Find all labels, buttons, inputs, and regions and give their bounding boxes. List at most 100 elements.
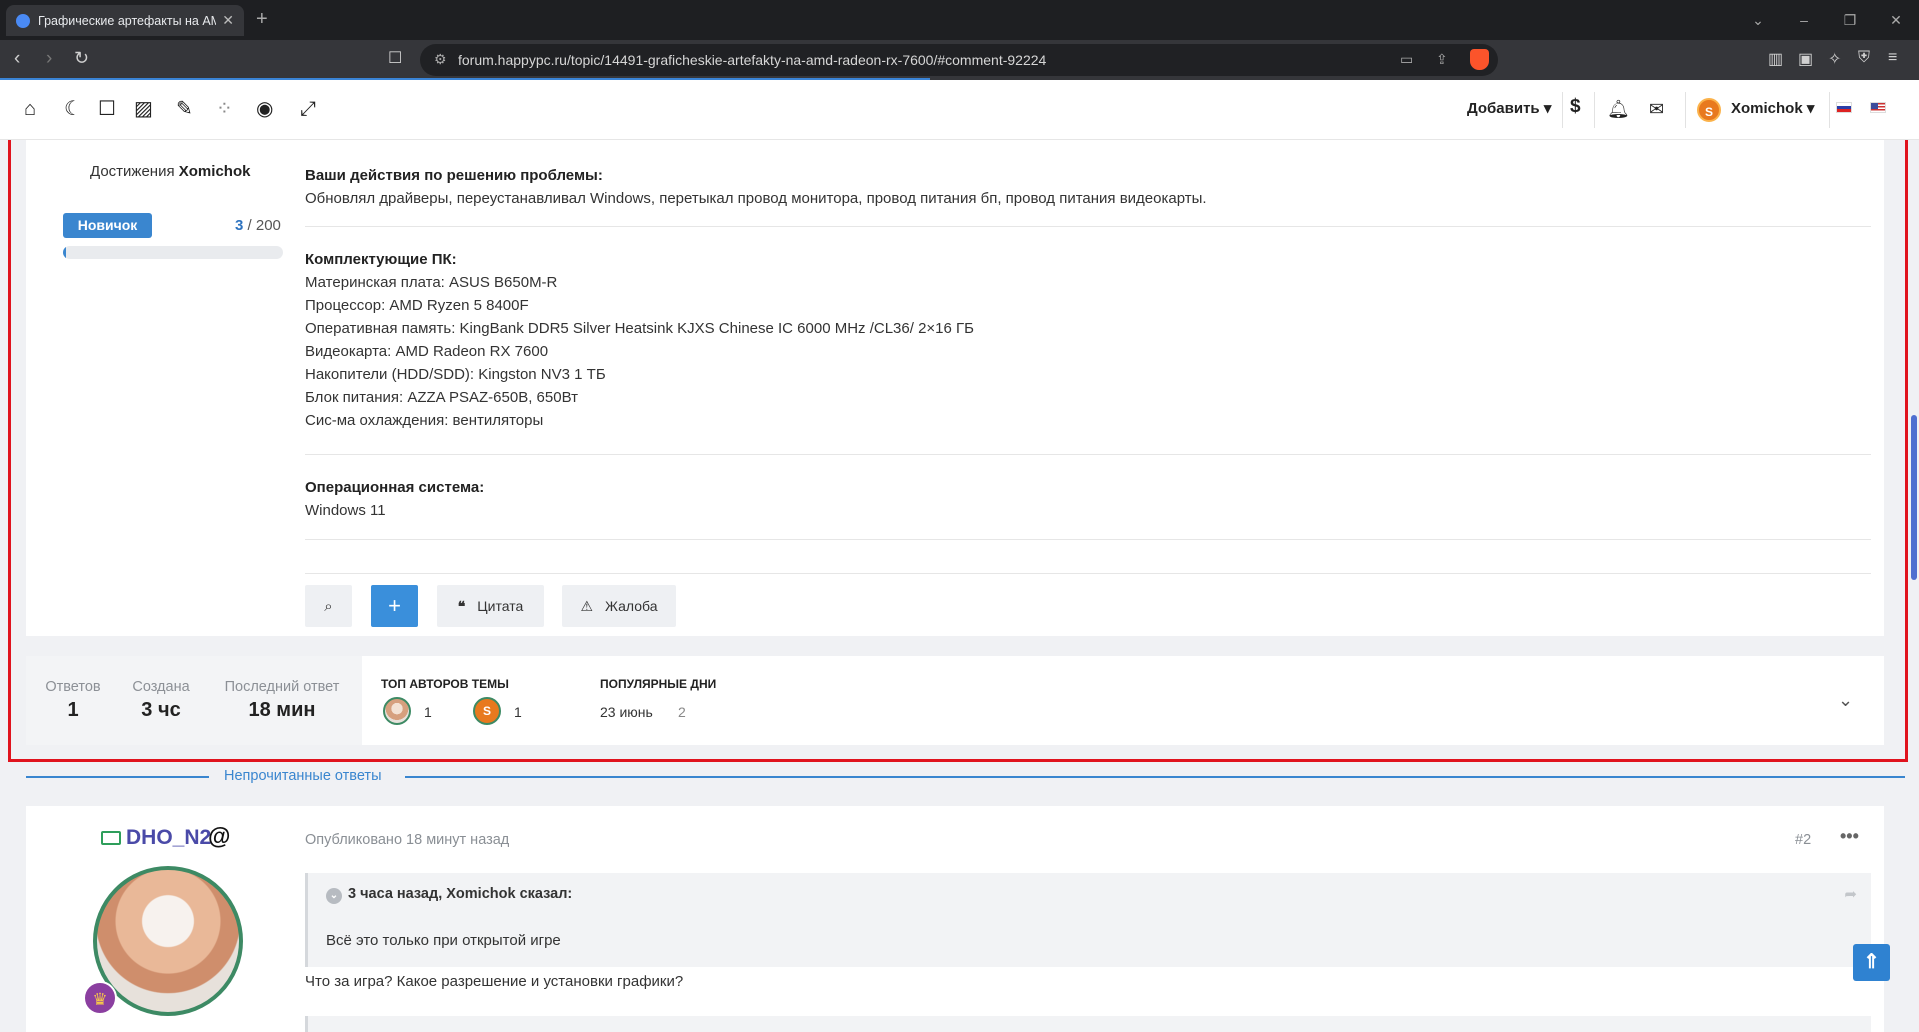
sidebar-icon[interactable]: ▥ (1768, 49, 1783, 69)
share-icon[interactable]: ⇪ (1436, 51, 1448, 68)
unread-divider-right (405, 776, 1905, 778)
more-options-icon[interactable]: ••• (1840, 826, 1859, 847)
last-reply-value: 18 мин (248, 699, 316, 721)
us-flag-icon[interactable] (1870, 102, 1886, 113)
site-header: ⌂ ☾ ☐ ▨ ✎ ⁘ ◉ ⤢ Добавить ▾ $ 🔔︎ ✉ S Xomi… (0, 80, 1919, 140)
top-author-avatar[interactable] (383, 697, 411, 725)
actions-section: Ваши действия по решению проблемы: Обнов… (305, 167, 1871, 207)
header-divider (1685, 92, 1686, 128)
rank-badge[interactable]: Новичок (63, 213, 152, 238)
report-label: Жалоба (605, 598, 658, 614)
dark-mode-icon[interactable]: ☾ (64, 98, 82, 120)
unread-replies-label: Непрочитанные ответы (224, 768, 382, 784)
quote-link-icon[interactable]: ➦ (1844, 885, 1857, 903)
scroll-to-top-button[interactable]: ⇑ (1853, 944, 1890, 981)
tab-search-icon[interactable]: ⌄ (1735, 12, 1781, 29)
os-value: Windows 11 (305, 502, 386, 519)
top-authors-heading: ТОП АВТОРОВ ТЕМЫ (381, 677, 509, 691)
mention-icon[interactable]: @ (208, 823, 230, 850)
add-menu-label: Добавить (1467, 100, 1540, 117)
quote-text: Всё это только при открытой игре (326, 932, 561, 949)
unread-divider-left (26, 776, 209, 778)
report-button[interactable]: ⚠ Жалоба (562, 585, 676, 627)
quote-block: ⌄ 3 часа назад, Xomichok сказал: ➦ Всё эт… (305, 873, 1871, 967)
section-divider (305, 573, 1871, 574)
crown-badge-icon: ♛ (83, 981, 117, 1015)
close-window-icon[interactable]: ✕ (1873, 12, 1919, 29)
top-author-avatar[interactable]: S (473, 697, 501, 725)
actions-heading: Ваши действия по решению проблемы: (305, 167, 603, 184)
browser-tab-bar: Графические артефакты на AMD ✕ + ⌄ – ❐ ✕ (0, 0, 1919, 40)
achievements-user[interactable]: Xomichok (179, 163, 251, 180)
section-divider (305, 539, 1871, 540)
user-menu-button[interactable]: Xomichok ▾ (1731, 99, 1814, 117)
site-favicon-icon (16, 13, 30, 28)
actions-text: Обновлял драйверы, переустанавливал Wind… (305, 190, 1207, 207)
back-icon[interactable]: ‹ (14, 48, 20, 70)
russian-flag-icon[interactable] (1836, 102, 1852, 113)
forward-icon[interactable]: › (46, 48, 52, 70)
popular-days-heading: ПОПУЛЯРНЫЕ ДНИ (600, 677, 717, 691)
quote-block (305, 1016, 1871, 1032)
components-section: Комплектующие ПК: Материнская плата: ASU… (305, 251, 1871, 429)
cast-icon[interactable]: ▭ (1400, 51, 1413, 68)
rank-points: 3 (235, 217, 244, 234)
quote-citation[interactable]: ⌄ 3 часа назад, Xomichok сказал: (326, 886, 572, 904)
component-line: Накопители (HDD/SDD): Kingston NV3 1 ТБ (305, 366, 606, 383)
reply-author-name[interactable]: DHO_N2 (126, 826, 211, 850)
expand-chevron-icon[interactable]: ⌄ (1838, 689, 1853, 711)
top-author-count: 1 (514, 704, 522, 720)
menu-icon[interactable]: ≡ (1888, 49, 1897, 67)
restore-icon[interactable]: ❐ (1827, 12, 1873, 29)
tab-close-icon[interactable]: ✕ (222, 12, 234, 29)
published-time[interactable]: Опубликовано 18 минут назад (305, 832, 509, 848)
vpn-icon[interactable]: ⛨ (1858, 49, 1870, 67)
collapse-quote-icon[interactable]: ⌄ (326, 888, 342, 904)
brave-shields-icon[interactable] (1470, 49, 1489, 70)
reload-icon[interactable]: ↻ (74, 48, 89, 69)
header-divider (1829, 92, 1830, 128)
address-bar[interactable]: ⚙ forum.happypc.ru/topic/14491-grafiches… (420, 44, 1498, 76)
search-icon: ⌕ (324, 597, 333, 615)
quote-button[interactable]: ❝ Цитата (437, 585, 544, 627)
achievements-label: Достижения (90, 163, 175, 180)
header-divider (1594, 92, 1595, 128)
notifications-bell-icon[interactable]: 🔔︎ (1607, 98, 1630, 120)
component-line: Блок питания: AZZA PSAZ-650B, 650Вт (305, 389, 578, 406)
user-avatar[interactable]: S (1697, 98, 1721, 122)
image-icon[interactable]: ▨ (134, 98, 153, 120)
popular-day-count: 2 (678, 704, 686, 720)
wallet-icon[interactable]: ▣ (1798, 49, 1813, 69)
fullscreen-icon[interactable]: ⤢ (300, 98, 316, 120)
browser-tab[interactable]: Графические артефакты на AMD ✕ (6, 5, 244, 36)
replies-label: Ответов (45, 679, 101, 695)
new-tab-button[interactable]: + (256, 8, 268, 31)
bookmark-icon[interactable]: ☐ (388, 48, 402, 68)
quote-citation-text: 3 часа назад, Xomichok сказал: (348, 886, 573, 902)
top-author-count: 1 (424, 704, 432, 720)
os-section: Операционная система: Windows 11 (305, 479, 1871, 519)
popular-day[interactable]: 23 июнь (600, 704, 653, 720)
rank-score: 3 / 200 (235, 217, 281, 234)
donate-button[interactable]: $ (1570, 96, 1581, 118)
messages-envelope-icon[interactable]: ✉ (1649, 98, 1664, 120)
minimize-icon[interactable]: – (1781, 12, 1827, 28)
brush-icon[interactable]: ✎ (176, 98, 193, 120)
add-menu-button[interactable]: Добавить ▾ (1467, 99, 1551, 117)
multiquote-add-button[interactable]: + (371, 585, 418, 627)
scrollbar-thumb[interactable] (1911, 415, 1917, 580)
site-info-icon[interactable]: ⚙ (434, 51, 447, 68)
loading-spinner-icon[interactable]: ⁘ (216, 98, 233, 120)
os-heading: Операционная система: (305, 479, 485, 496)
leo-ai-icon[interactable]: ✧ (1828, 49, 1841, 69)
home-icon[interactable]: ⌂ (24, 98, 36, 120)
post-number-link[interactable]: #2 (1795, 832, 1811, 848)
layout-icon[interactable]: ☐ (98, 98, 116, 120)
url-text[interactable]: forum.happypc.ru/topic/14491-graficheski… (458, 52, 1046, 68)
tab-title: Графические артефакты на AMD (38, 13, 217, 28)
hide-eye-icon[interactable]: ◉ (256, 98, 273, 120)
rank-progress-bar (63, 246, 283, 259)
component-line: Оперативная память: KingBank DDR5 Silver… (305, 320, 974, 337)
quote-label: Цитата (477, 598, 524, 614)
search-post-button[interactable]: ⌕ (305, 585, 352, 627)
